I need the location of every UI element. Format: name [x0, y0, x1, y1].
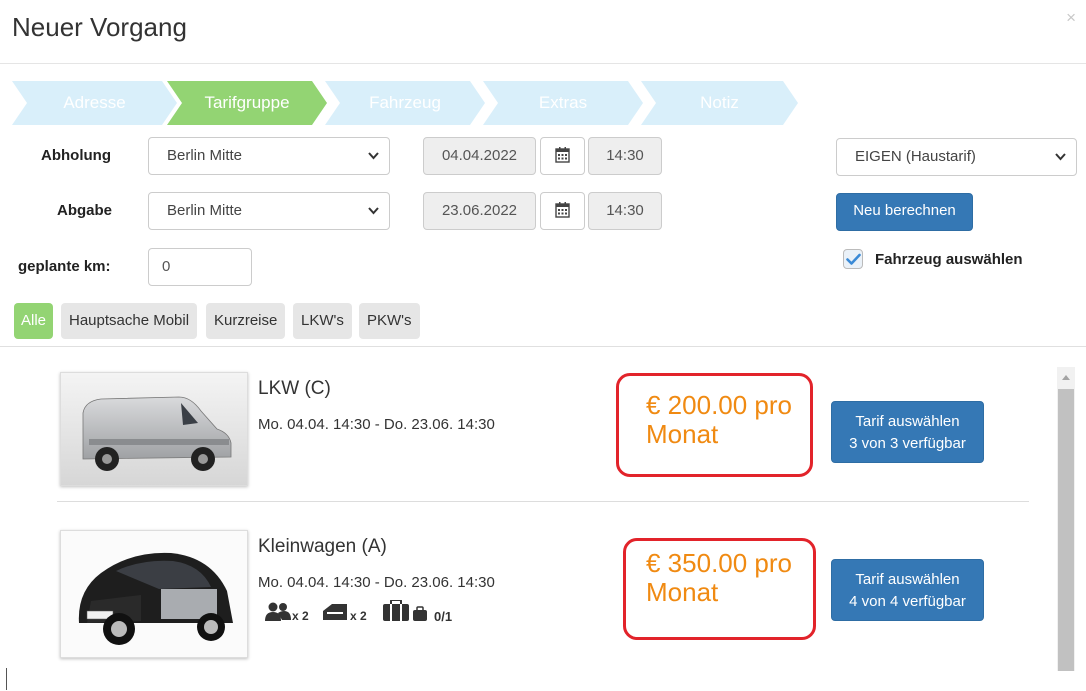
choose-vehicle-label: Fahrzeug auswählen: [875, 251, 1023, 268]
step-extras[interactable]: Extras: [483, 81, 643, 125]
tariff-select[interactable]: EIGEN (Haustarif): [836, 138, 1077, 176]
doors-count: x 2: [350, 609, 367, 623]
price-amount: € 200.00 pro: [646, 390, 793, 420]
filter-lkws[interactable]: LKW's: [293, 303, 352, 339]
calendar-icon: [555, 202, 570, 218]
recalculate-button[interactable]: Neu berechnen: [836, 193, 973, 231]
select-tariff-button[interactable]: Tarif auswählen 3 von 3 verfügbar: [831, 401, 984, 463]
step-adresse[interactable]: Adresse: [12, 81, 177, 125]
scrollbar-thumb[interactable]: [1058, 389, 1074, 671]
step-label: Tarifgruppe: [204, 93, 290, 112]
text-cursor: [6, 668, 7, 690]
header-divider: [0, 63, 1086, 64]
select-tariff-button[interactable]: Tarif auswählen 4 von 4 verfügbar: [831, 559, 984, 621]
price-period: Monat: [646, 577, 719, 607]
chevron-down-icon: [368, 193, 379, 243]
chevron-down-icon: [1055, 139, 1066, 189]
vehicle-dates: Mo. 04.04. 14:30 - Do. 23.06. 14:30: [258, 574, 495, 591]
filter-pkws[interactable]: PKW's: [359, 303, 420, 339]
vehicle-name: Kleinwagen (A): [258, 536, 387, 557]
filter-alle[interactable]: Alle: [14, 303, 54, 339]
step-label: Extras: [538, 93, 588, 112]
vehicle-price: € 350.00 pro Monat: [646, 549, 792, 607]
close-icon[interactable]: ×: [1066, 8, 1076, 28]
pickup-location-value: Berlin Mitte: [167, 147, 243, 164]
dropoff-label: Abgabe: [57, 202, 113, 219]
availability-label: 3 von 3 verfügbar: [849, 435, 966, 452]
pickup-time-field[interactable]: 14:30: [588, 137, 662, 175]
persons-icon: [265, 602, 291, 627]
calendar-icon: [555, 147, 570, 163]
filter-kurzreise[interactable]: Kurzreise: [206, 303, 286, 339]
luggage-icon: [382, 599, 428, 627]
persons-count: x 2: [292, 609, 309, 623]
filter-hauptsache-mobil[interactable]: Hauptsache Mobil: [61, 303, 198, 339]
step-tarifgruppe[interactable]: Tarifgruppe: [167, 81, 327, 125]
km-label: geplante km:: [18, 258, 111, 275]
checkmark-icon: [846, 253, 861, 265]
pickup-date-field[interactable]: 04.04.2022: [423, 137, 536, 175]
dropoff-date-field[interactable]: 23.06.2022: [423, 192, 536, 230]
step-label: Adresse: [63, 93, 126, 112]
dropoff-time-field[interactable]: 14:30: [588, 192, 662, 230]
modal-title: Neuer Vorgang: [12, 12, 187, 42]
vehicle-name: LKW (C): [258, 378, 331, 399]
step-fahrzeug[interactable]: Fahrzeug: [325, 81, 485, 125]
button-label: Tarif auswählen: [855, 413, 960, 430]
doors-icon: [322, 603, 348, 626]
button-label: Tarif auswählen: [855, 571, 960, 588]
tariff-value: EIGEN (Haustarif): [855, 148, 976, 165]
pickup-location-select[interactable]: Berlin Mitte: [148, 137, 390, 175]
pickup-calendar-button[interactable]: [540, 137, 585, 175]
row-divider: [57, 501, 1029, 502]
dropoff-location-select[interactable]: Berlin Mitte: [148, 192, 390, 230]
km-input[interactable]: 0: [148, 248, 252, 286]
pickup-label: Abholung: [41, 147, 111, 164]
chevron-down-icon: [368, 138, 379, 188]
choose-vehicle-checkbox[interactable]: [843, 249, 863, 269]
step-label: Fahrzeug: [369, 93, 441, 112]
vehicle-dates: Mo. 04.04. 14:30 - Do. 23.06. 14:30: [258, 416, 495, 433]
price-period: Monat: [646, 419, 719, 449]
availability-label: 4 von 4 verfügbar: [849, 593, 966, 610]
vehicle-image-van: [60, 372, 248, 486]
price-amount: € 350.00 pro: [646, 548, 793, 578]
scroll-up-arrow-icon[interactable]: [1062, 375, 1070, 380]
vehicle-price: € 200.00 pro Monat: [646, 391, 792, 449]
dropoff-calendar-button[interactable]: [540, 192, 585, 230]
vertical-scrollbar[interactable]: [1057, 367, 1075, 671]
dropoff-location-value: Berlin Mitte: [167, 202, 243, 219]
luggage-count: 0/1: [434, 609, 453, 624]
step-notiz[interactable]: Notiz: [641, 81, 798, 125]
step-label: Notiz: [700, 93, 739, 112]
list-divider: [0, 346, 1086, 347]
vehicle-image-smart: [60, 530, 248, 658]
